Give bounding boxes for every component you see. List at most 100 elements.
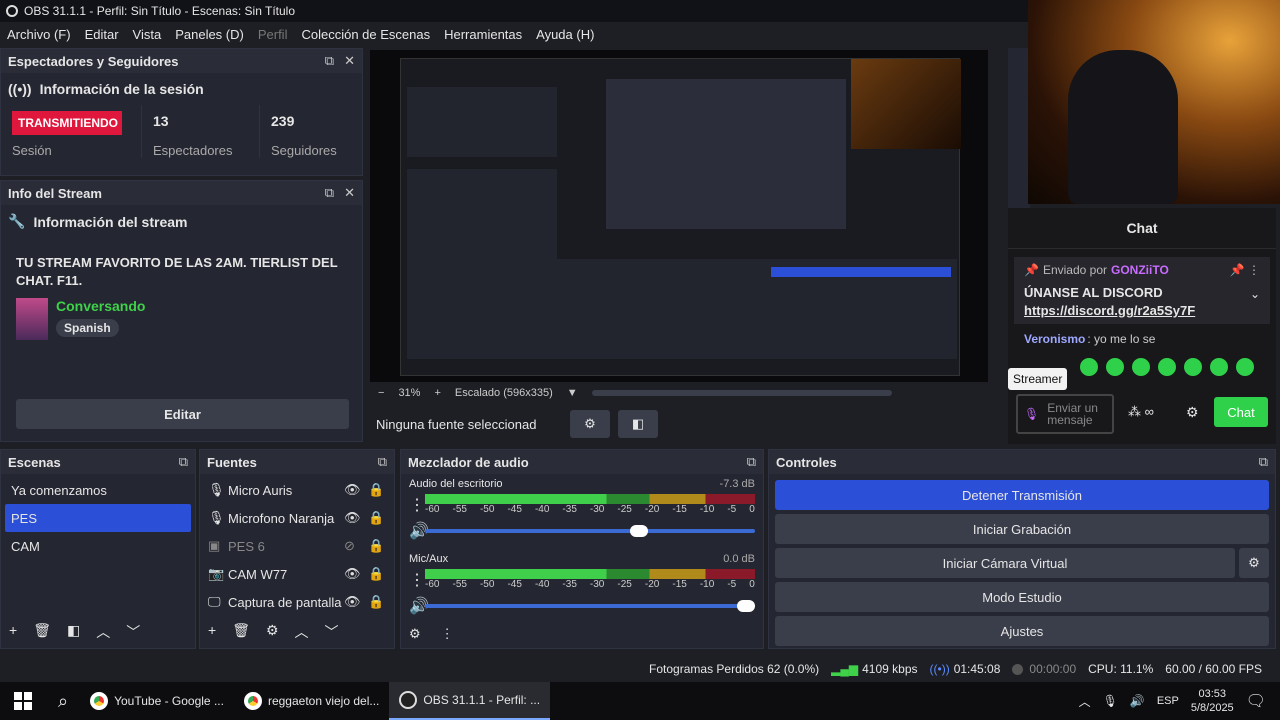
channel-menu-icon[interactable]: ⋮ bbox=[409, 495, 425, 515]
pinned-message: 📌 Enviado por GONZiiTO 📌 ⋮ ÚNANSE AL DIS… bbox=[1014, 257, 1270, 324]
chat-send-button[interactable]: Chat bbox=[1214, 397, 1268, 427]
notifications-icon[interactable]: 🗨 bbox=[1246, 691, 1266, 711]
chevron-down-icon[interactable]: ⌄ bbox=[1250, 287, 1260, 301]
volume-slider[interactable] bbox=[425, 600, 755, 612]
mixer-settings-icon[interactable]: ⚙ bbox=[409, 626, 421, 642]
cpu-usage: CPU: 11.1% bbox=[1088, 662, 1154, 676]
menu-vista[interactable]: Vista bbox=[126, 27, 169, 42]
menu-coleccion[interactable]: Colección de Escenas bbox=[294, 27, 437, 42]
move-down-button[interactable]: ﹀ bbox=[325, 622, 339, 642]
menu-ayuda[interactable]: Ayuda (H) bbox=[529, 27, 601, 42]
preview-canvas[interactable] bbox=[370, 50, 988, 382]
mic-icon[interactable]: 🎙 bbox=[1024, 407, 1039, 421]
visibility-eye-icon[interactable]: 👁 bbox=[344, 510, 368, 526]
slider-knob[interactable] bbox=[737, 600, 755, 612]
chat-user[interactable]: Veronismo bbox=[1024, 332, 1085, 346]
remove-source-button[interactable]: 🗑 bbox=[232, 622, 250, 642]
source-item[interactable]: 🎙 Microfono Naranja 👁 🔒 bbox=[200, 504, 394, 532]
slider-knob[interactable] bbox=[630, 525, 649, 537]
menu-perfil[interactable]: Perfil bbox=[251, 27, 295, 42]
float-icon[interactable]: ⧉ bbox=[325, 53, 334, 69]
chat-settings-icon[interactable]: ⚙ bbox=[1186, 404, 1199, 421]
scaling-dropdown-icon[interactable]: ▼ bbox=[567, 387, 578, 399]
chevron-up-icon[interactable]: ︿ bbox=[1079, 693, 1091, 710]
source-item[interactable]: ▣ PES 6 ⊘ 🔒 bbox=[200, 532, 394, 560]
close-icon[interactable]: ✕ bbox=[344, 53, 355, 69]
source-item[interactable]: 🎙 Micro Auris 👁 🔒 bbox=[200, 476, 394, 504]
zoom-out-button[interactable]: − bbox=[378, 387, 384, 399]
add-source-button[interactable]: + bbox=[208, 622, 216, 642]
emote-icon[interactable] bbox=[1236, 358, 1254, 376]
source-filters-button[interactable]: ◧ bbox=[618, 410, 658, 438]
menu-archivo[interactable]: Archivo (F) bbox=[0, 27, 78, 42]
lock-icon[interactable]: 🔒 bbox=[368, 594, 384, 610]
source-settings-button[interactable]: ⚙ bbox=[266, 622, 279, 642]
unpin-icon[interactable]: 📌 ⋮ bbox=[1230, 263, 1260, 277]
lock-icon[interactable]: 🔒 bbox=[368, 566, 384, 582]
move-down-button[interactable]: ﹀ bbox=[126, 622, 140, 642]
scene-filters-button[interactable]: ◧ bbox=[67, 622, 80, 642]
search-button[interactable]: ⌕ bbox=[46, 682, 80, 720]
preview-scrollbar[interactable] bbox=[591, 390, 892, 396]
mic-tray-icon[interactable]: 🎙 bbox=[1103, 694, 1118, 708]
source-item[interactable]: 📷 CAM W77 👁 🔒 bbox=[200, 560, 394, 588]
studio-mode-button[interactable]: Modo Estudio bbox=[775, 582, 1269, 612]
taskbar-app-obs[interactable]: OBS 31.1.1 - Perfil: ... bbox=[389, 682, 551, 720]
visibility-eye-icon[interactable]: 👁 bbox=[344, 482, 368, 498]
volume-slider[interactable] bbox=[425, 525, 755, 537]
zoom-in-button[interactable]: + bbox=[434, 387, 440, 399]
lock-icon[interactable]: 🔒 bbox=[368, 510, 384, 526]
taskbar-app-reggaeton[interactable]: reggaeton viejo del... bbox=[234, 682, 389, 720]
emote-icon[interactable] bbox=[1132, 358, 1150, 376]
source-item[interactable]: 🖵 Captura de pantalla 👁 🔒 bbox=[200, 588, 394, 616]
chat-input[interactable]: 🎙 Enviar un mensaje bbox=[1016, 394, 1114, 434]
edit-button[interactable]: Editar bbox=[16, 399, 349, 429]
lock-icon[interactable]: 🔒 bbox=[368, 538, 384, 554]
float-icon[interactable]: ⧉ bbox=[179, 454, 188, 470]
float-icon[interactable]: ⧉ bbox=[325, 185, 334, 201]
emote-icon[interactable] bbox=[1210, 358, 1228, 376]
emote-icon[interactable] bbox=[1106, 358, 1124, 376]
start-recording-button[interactable]: Iniciar Grabación bbox=[775, 514, 1269, 544]
scene-item-selected[interactable]: PES bbox=[5, 504, 191, 532]
emote-icon[interactable] bbox=[1184, 358, 1202, 376]
channel-menu-icon[interactable]: ⋮ bbox=[409, 570, 425, 590]
language-indicator[interactable]: ESP bbox=[1157, 695, 1179, 707]
channel-points-icon[interactable]: ⁂ ∞ bbox=[1128, 404, 1154, 420]
close-icon[interactable]: ✕ bbox=[344, 185, 355, 201]
volume-icon[interactable]: 🔊 bbox=[1130, 694, 1145, 708]
scene-item[interactable]: CAM bbox=[5, 532, 191, 560]
remove-scene-button[interactable]: 🗑 bbox=[33, 622, 51, 642]
lock-icon[interactable]: 🔒 bbox=[368, 482, 384, 498]
float-icon[interactable]: ⧉ bbox=[1259, 454, 1268, 470]
clock[interactable]: 03:53 5/8/2025 bbox=[1191, 687, 1234, 715]
visibility-eye-icon[interactable]: 👁 bbox=[344, 566, 368, 582]
sources-dock-title: Fuentes ⧉ bbox=[200, 450, 394, 474]
streamer-tooltip: Streamer bbox=[1008, 368, 1068, 390]
emote-icon[interactable] bbox=[1080, 358, 1098, 376]
menu-paneles[interactable]: Paneles (D) bbox=[168, 27, 251, 42]
float-icon[interactable]: ⧉ bbox=[378, 454, 387, 470]
emote-icon[interactable] bbox=[1158, 358, 1176, 376]
float-icon[interactable]: ⧉ bbox=[747, 454, 756, 470]
menu-editar[interactable]: Editar bbox=[78, 27, 126, 42]
volume-meter bbox=[425, 494, 755, 504]
mixer-menu-icon[interactable]: ⋮ bbox=[441, 626, 454, 642]
source-properties-button[interactable]: ⚙ bbox=[570, 410, 610, 438]
speaker-icon[interactable]: 🔊 bbox=[409, 521, 429, 541]
menu-herramientas[interactable]: Herramientas bbox=[437, 27, 529, 42]
virtual-camera-settings-icon[interactable]: ⚙ bbox=[1239, 548, 1269, 578]
virtual-camera-button[interactable]: Iniciar Cámara Virtual bbox=[775, 548, 1235, 578]
visibility-eye-icon[interactable]: 👁 bbox=[344, 594, 368, 610]
start-button[interactable] bbox=[0, 682, 46, 720]
scene-item[interactable]: Ya comenzamos bbox=[5, 476, 191, 504]
move-up-button[interactable]: ︿ bbox=[295, 622, 309, 642]
settings-button[interactable]: Ajustes bbox=[775, 616, 1269, 646]
hidden-eye-icon[interactable]: ⊘ bbox=[344, 538, 368, 554]
speaker-icon[interactable]: 🔊 bbox=[409, 596, 429, 616]
pinned-link[interactable]: https://discord.gg/r2a5Sy7F bbox=[1024, 303, 1260, 318]
taskbar-app-youtube[interactable]: YouTube - Google ... bbox=[80, 682, 234, 720]
add-scene-button[interactable]: + bbox=[9, 622, 17, 642]
move-up-button[interactable]: ︿ bbox=[96, 622, 110, 642]
stop-stream-button[interactable]: Detener Transmisión bbox=[775, 480, 1269, 510]
